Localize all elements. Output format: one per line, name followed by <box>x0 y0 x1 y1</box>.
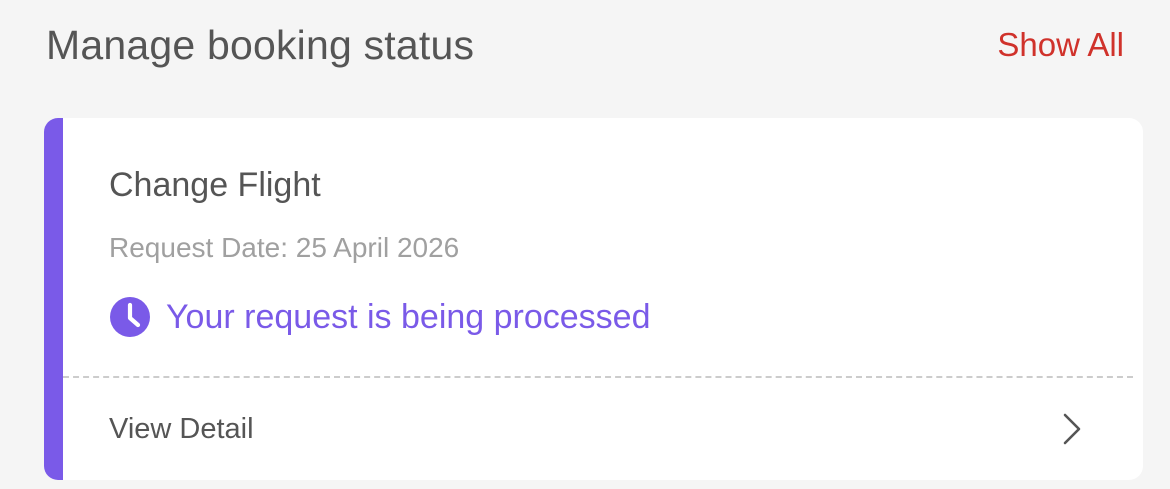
chevron-right-icon <box>1063 413 1081 445</box>
section-header: Manage booking status Show All <box>46 14 1124 76</box>
section-title: Manage booking status <box>46 21 475 68</box>
booking-status-card: Change Flight Request Date: 25 April 202… <box>44 118 1143 480</box>
card-accent-bar <box>44 118 63 480</box>
view-detail-button[interactable]: View Detail <box>63 378 1143 480</box>
request-type-title: Change Flight <box>109 166 321 204</box>
clock-icon <box>110 297 150 337</box>
show-all-link[interactable]: Show All <box>997 26 1124 64</box>
status-row: Your request is being processed <box>109 296 651 338</box>
request-date: Request Date: 25 April 2026 <box>109 232 460 263</box>
view-detail-label: View Detail <box>109 412 254 445</box>
status-text: Your request is being processed <box>166 297 651 336</box>
